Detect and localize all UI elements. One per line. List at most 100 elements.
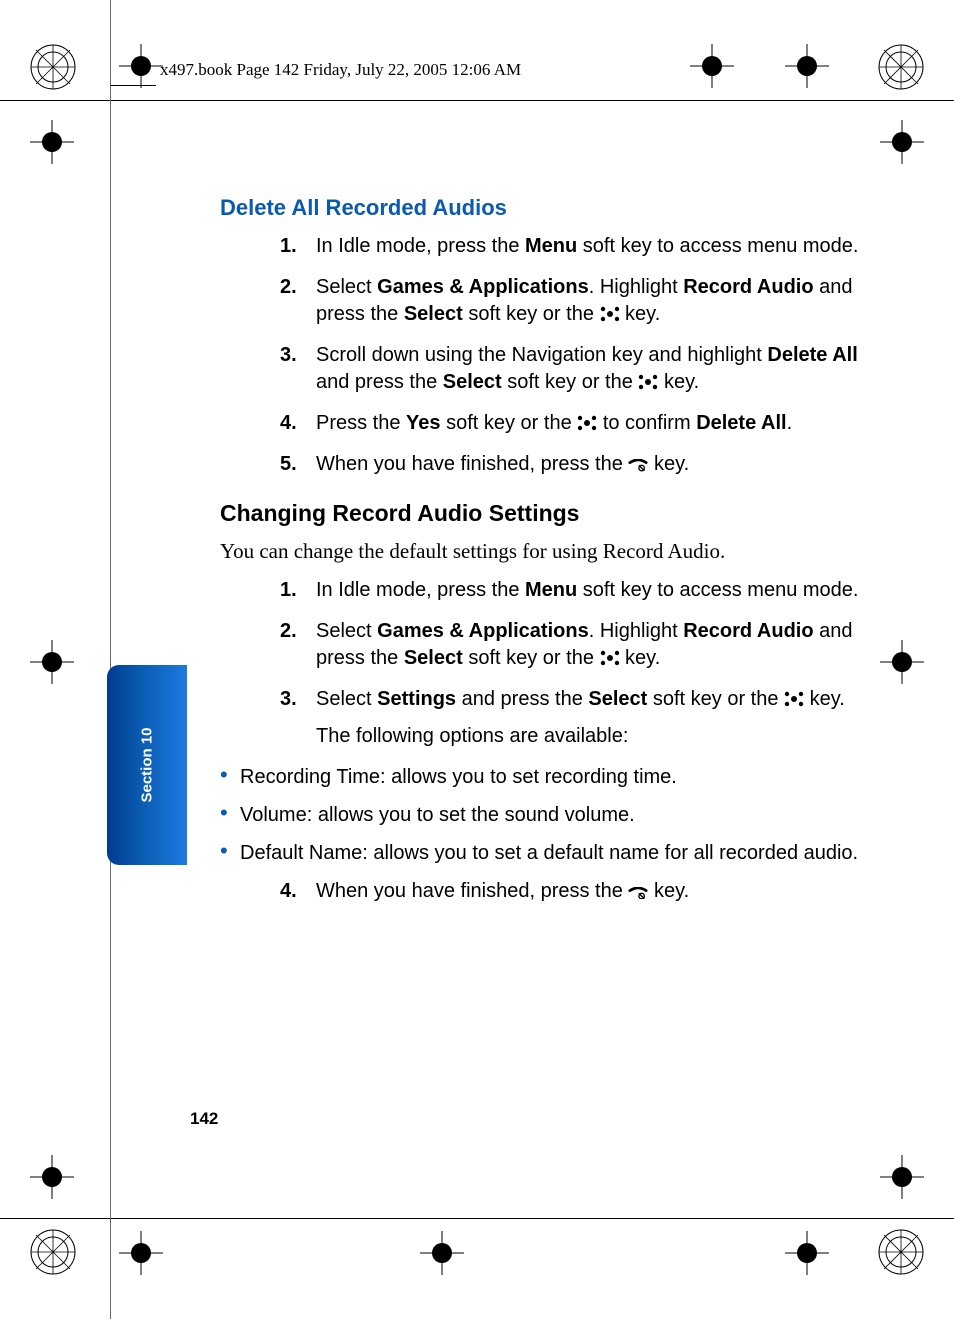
step-text: soft key or the bbox=[647, 688, 784, 710]
step-number: 3. bbox=[280, 686, 297, 713]
step-text: . Highlight bbox=[589, 276, 684, 298]
crosshair-icon bbox=[30, 640, 74, 684]
step-text: In Idle mode, press the bbox=[316, 579, 525, 601]
step-text: soft key or the bbox=[502, 371, 639, 393]
content-block: Delete All Recorded Audios 1. In Idle mo… bbox=[220, 195, 860, 919]
step-text: soft key or the bbox=[441, 412, 578, 434]
page-number: 142 bbox=[190, 1109, 218, 1129]
bold-text: Games & Applications bbox=[377, 276, 589, 298]
bold-text: Yes bbox=[406, 412, 440, 434]
step-text: soft key to access menu mode. bbox=[577, 235, 858, 257]
bold-text: Select bbox=[588, 688, 647, 710]
nav-key-icon bbox=[577, 412, 597, 428]
bold-text: Record Audio bbox=[683, 276, 813, 298]
step-number: 2. bbox=[280, 274, 297, 301]
step-text: and press the bbox=[456, 688, 588, 710]
header-metadata: x497.book Page 142 Friday, July 22, 2005… bbox=[160, 60, 521, 80]
step-number: 5. bbox=[280, 451, 297, 478]
section-tab: Section 10 bbox=[107, 665, 187, 865]
step-text: soft key or the bbox=[463, 647, 600, 669]
bold-text: Delete All bbox=[696, 412, 786, 434]
crosshair-icon bbox=[119, 44, 163, 88]
step-item: 1. In Idle mode, press the Menu soft key… bbox=[280, 577, 860, 604]
step-text: Select bbox=[316, 276, 377, 298]
step-text: key. bbox=[658, 371, 699, 393]
step-text: and press the bbox=[316, 371, 443, 393]
step-number: 4. bbox=[280, 878, 297, 905]
crosshair-icon bbox=[30, 1155, 74, 1199]
step-text: When you have finished, press the bbox=[316, 453, 628, 475]
step-note: The following options are available: bbox=[316, 723, 860, 750]
list-item: Default Name: allows you to set a defaul… bbox=[220, 840, 860, 866]
nav-key-icon bbox=[784, 688, 804, 704]
register-mark-tr bbox=[876, 42, 926, 92]
page: { "header": { "text": "x497.book Page 14… bbox=[0, 0, 954, 1319]
step-item: 4. Press the Yes soft key or the to conf… bbox=[280, 410, 860, 437]
step-text: Scroll down using the Navigation key and… bbox=[316, 344, 767, 366]
step-text: Press the bbox=[316, 412, 406, 434]
crosshair-icon bbox=[880, 1155, 924, 1199]
section-tab-label: Section 10 bbox=[139, 727, 156, 802]
nav-key-icon bbox=[600, 647, 620, 663]
heading-settings: Changing Record Audio Settings bbox=[220, 500, 860, 527]
crosshair-icon bbox=[119, 1231, 163, 1275]
step-number: 2. bbox=[280, 618, 297, 645]
steps-settings: 1. In Idle mode, press the Menu soft key… bbox=[220, 577, 860, 750]
nav-key-icon bbox=[600, 303, 620, 319]
intro-text: You can change the default settings for … bbox=[220, 537, 860, 565]
step-text: In Idle mode, press the bbox=[316, 235, 525, 257]
step-number: 4. bbox=[280, 410, 297, 437]
step-number: 1. bbox=[280, 577, 297, 604]
options-list: Recording Time: allows you to set record… bbox=[220, 764, 860, 866]
step-text: key. bbox=[804, 688, 845, 710]
step-text: Select bbox=[316, 688, 377, 710]
step-text: to confirm bbox=[597, 412, 696, 434]
step-text: When you have finished, press the bbox=[316, 880, 628, 902]
crosshair-icon bbox=[690, 44, 734, 88]
crosshair-icon bbox=[785, 1231, 829, 1275]
step-item: 2. Select Games & Applications. Highligh… bbox=[280, 618, 860, 672]
nav-key-icon bbox=[638, 371, 658, 387]
register-mark-tl bbox=[28, 42, 78, 92]
register-mark-br bbox=[876, 1227, 926, 1277]
step-text: key. bbox=[648, 880, 689, 902]
bold-text: Menu bbox=[525, 579, 577, 601]
step-item: 5. When you have finished, press the key… bbox=[280, 451, 860, 478]
bold-text: Menu bbox=[525, 235, 577, 257]
bold-text: Games & Applications bbox=[377, 620, 589, 642]
step-text: key. bbox=[620, 647, 661, 669]
crosshair-icon bbox=[880, 120, 924, 164]
bold-text: Record Audio bbox=[683, 620, 813, 642]
bold-text: Delete All bbox=[767, 344, 857, 366]
end-key-icon bbox=[628, 453, 648, 469]
step-item: 2. Select Games & Applications. Highligh… bbox=[280, 274, 860, 328]
step-number: 1. bbox=[280, 233, 297, 260]
step-item: 3. Select Settings and press the Select … bbox=[280, 686, 860, 750]
step-text: Select bbox=[316, 620, 377, 642]
step-text: . bbox=[787, 412, 793, 434]
step-number: 3. bbox=[280, 342, 297, 369]
step-item: 1. In Idle mode, press the Menu soft key… bbox=[280, 233, 860, 260]
step-text: . Highlight bbox=[589, 620, 684, 642]
step-text: soft key to access menu mode. bbox=[577, 579, 858, 601]
crosshair-icon bbox=[880, 640, 924, 684]
bottom-rule bbox=[0, 1218, 954, 1219]
steps-settings-cont: 4. When you have finished, press the key… bbox=[220, 878, 860, 905]
step-text: key. bbox=[648, 453, 689, 475]
steps-delete-all: 1. In Idle mode, press the Menu soft key… bbox=[220, 233, 860, 478]
step-item: 4. When you have finished, press the key… bbox=[280, 878, 860, 905]
step-item: 3. Scroll down using the Navigation key … bbox=[280, 342, 860, 396]
heading-delete-all: Delete All Recorded Audios bbox=[220, 195, 860, 221]
crosshair-icon bbox=[30, 120, 74, 164]
bold-text: Settings bbox=[377, 688, 456, 710]
register-mark-bl bbox=[28, 1227, 78, 1277]
bold-text: Select bbox=[404, 303, 463, 325]
bold-text: Select bbox=[443, 371, 502, 393]
list-item: Volume: allows you to set the sound volu… bbox=[220, 802, 860, 828]
top-rule bbox=[0, 100, 954, 101]
end-key-icon bbox=[628, 880, 648, 896]
crosshair-icon bbox=[785, 44, 829, 88]
crosshair-icon bbox=[420, 1231, 464, 1275]
list-item: Recording Time: allows you to set record… bbox=[220, 764, 860, 790]
vertical-rule bbox=[110, 0, 111, 1319]
